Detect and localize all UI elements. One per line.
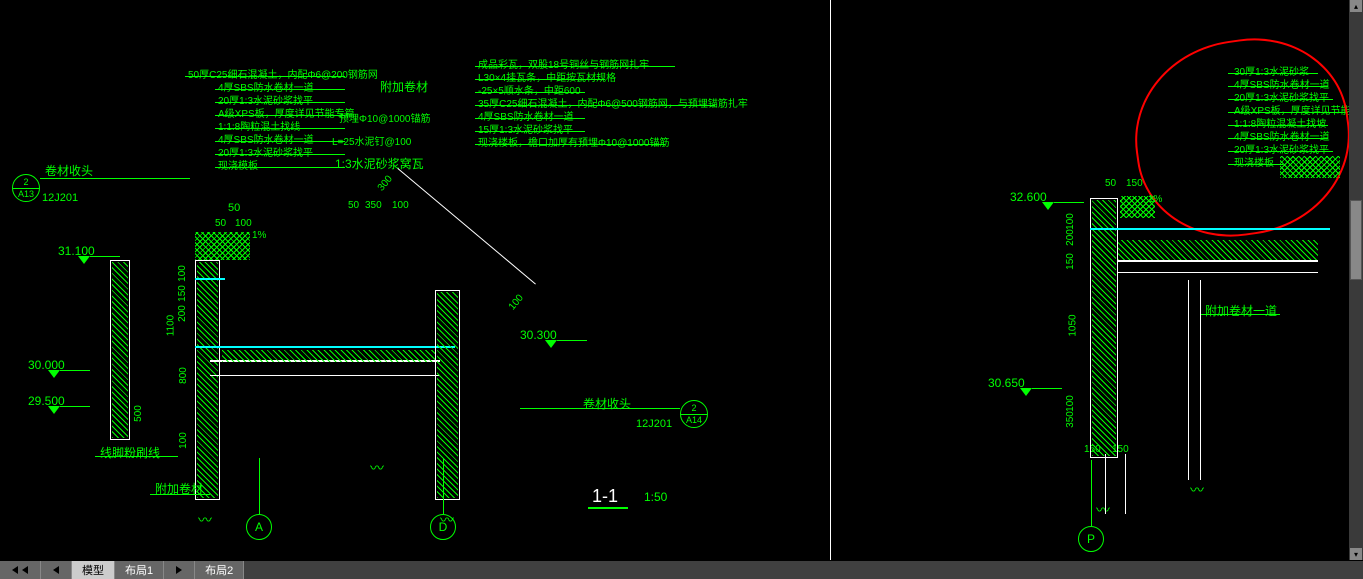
grid-bubble: D — [430, 514, 456, 540]
detail-ref-text: 12J201 — [636, 418, 672, 430]
dimension: 150 — [177, 285, 188, 302]
break-line: 〰 — [370, 458, 384, 478]
dimension: 200 — [1065, 229, 1076, 246]
dimension: 1050 — [1068, 314, 1079, 336]
leader-line — [95, 456, 178, 457]
slab-line — [1118, 272, 1318, 273]
wall-line — [1125, 454, 1126, 514]
dimension: 800 — [178, 367, 189, 384]
elevation: 30.000 — [28, 358, 65, 372]
dimension: 100 — [177, 265, 188, 282]
detail-ref-text: 12J201 — [42, 192, 78, 204]
section-scale: 1:50 — [644, 490, 667, 504]
annotation: 预埋Φ10@1000锚筋 — [339, 110, 431, 125]
elevation: 29.500 — [28, 394, 65, 408]
hatch — [197, 262, 218, 498]
viewport-divider[interactable] — [830, 0, 831, 560]
crosshatch — [1120, 196, 1155, 218]
grid-line — [443, 458, 444, 514]
cad-canvas[interactable]: 50厚C25细石混凝土，内配Φ6@200钢筋网 4厚SBS防水卷材一道 20厚1… — [0, 0, 1363, 579]
dimension: 150 — [1126, 178, 1143, 189]
annotation: 线脚粉刷线 — [100, 444, 160, 461]
dimension: 50 — [348, 200, 359, 211]
break-line: 〰 — [198, 510, 212, 530]
slab-line — [210, 375, 440, 376]
annotation: 卷材收头 — [45, 162, 93, 179]
annotation: 附加卷材 — [380, 78, 428, 95]
tab-nav-start[interactable] — [0, 561, 41, 579]
elevation: 31.100 — [58, 244, 95, 258]
annotation: 附加卷材一道 — [1205, 302, 1277, 319]
break-line: 〰 — [1096, 500, 1110, 520]
dimension: 100 — [178, 432, 189, 449]
dimension: 500 — [133, 405, 144, 422]
slab-line — [1118, 260, 1318, 262]
grid-line — [1091, 460, 1092, 526]
wall-line — [1188, 280, 1189, 480]
dimension: 1% — [252, 230, 266, 241]
grid-bubble: P — [1078, 526, 1104, 552]
elevation: 30.650 — [988, 376, 1025, 390]
leader-line — [520, 408, 680, 409]
elevation: 30.300 — [520, 328, 557, 342]
wall-line — [1200, 280, 1201, 480]
detail-ref-bubble: 2 A13 — [12, 174, 40, 202]
annotation: 卷材收头 — [583, 395, 631, 412]
underline — [588, 507, 628, 509]
tab-layout2[interactable]: 布局2 — [195, 561, 244, 579]
dimension: 350 — [1065, 411, 1076, 428]
break-line: 〰 — [1190, 480, 1204, 500]
hatch — [112, 262, 128, 438]
elevation: 32.600 — [1010, 190, 1047, 204]
dimension: 100 — [1065, 213, 1076, 230]
waterproof-line — [195, 278, 225, 280]
grid-line — [259, 458, 260, 514]
dimension: 200 — [177, 305, 188, 322]
scroll-down-button[interactable]: ▾ — [1350, 548, 1362, 560]
scroll-up-button[interactable]: ▴ — [1350, 0, 1362, 12]
note: 现浇楼板，檐口加厚有预埋Φ10@1000锚筋 — [478, 134, 670, 149]
tab-nav-prev[interactable] — [41, 561, 72, 579]
leader-line — [40, 178, 190, 179]
note: 现浇模板 — [218, 157, 258, 172]
tab-model[interactable]: 模型 — [72, 561, 115, 579]
markup-circle — [1122, 26, 1362, 249]
dimension: 50 — [215, 218, 226, 229]
scroll-thumb[interactable] — [1350, 200, 1362, 280]
dimension: 1100 — [165, 315, 176, 337]
leader-line — [1200, 314, 1280, 315]
annotation: L=25水泥钉@100 — [332, 133, 411, 148]
hatch — [1092, 200, 1116, 456]
crosshatch — [1280, 156, 1340, 178]
dimension: 100 — [1065, 395, 1076, 412]
dimension: 50 — [228, 202, 240, 214]
section-label: 1-1 — [592, 486, 618, 509]
dimension: 100 — [235, 218, 252, 229]
tab-layout1[interactable]: 布局1 — [115, 561, 164, 579]
grid-bubble: A — [246, 514, 272, 540]
wall-line — [1105, 454, 1106, 514]
annotation: 1:3水泥砂浆窝瓦 — [335, 155, 424, 172]
detail-ref-bubble: 2 A14 — [680, 400, 708, 428]
dimension: 50 — [1105, 178, 1116, 189]
dimension: 150 — [1065, 253, 1076, 270]
hatch — [1118, 240, 1318, 260]
tab-nav-next[interactable] — [164, 561, 195, 579]
waterproof-line — [1090, 228, 1330, 230]
layout-tabs: 模型 布局1 布局2 — [0, 561, 1363, 579]
leader-line — [150, 494, 210, 495]
crosshatch — [195, 232, 250, 260]
vertical-scrollbar[interactable]: ▴ ▾ — [1349, 0, 1363, 560]
